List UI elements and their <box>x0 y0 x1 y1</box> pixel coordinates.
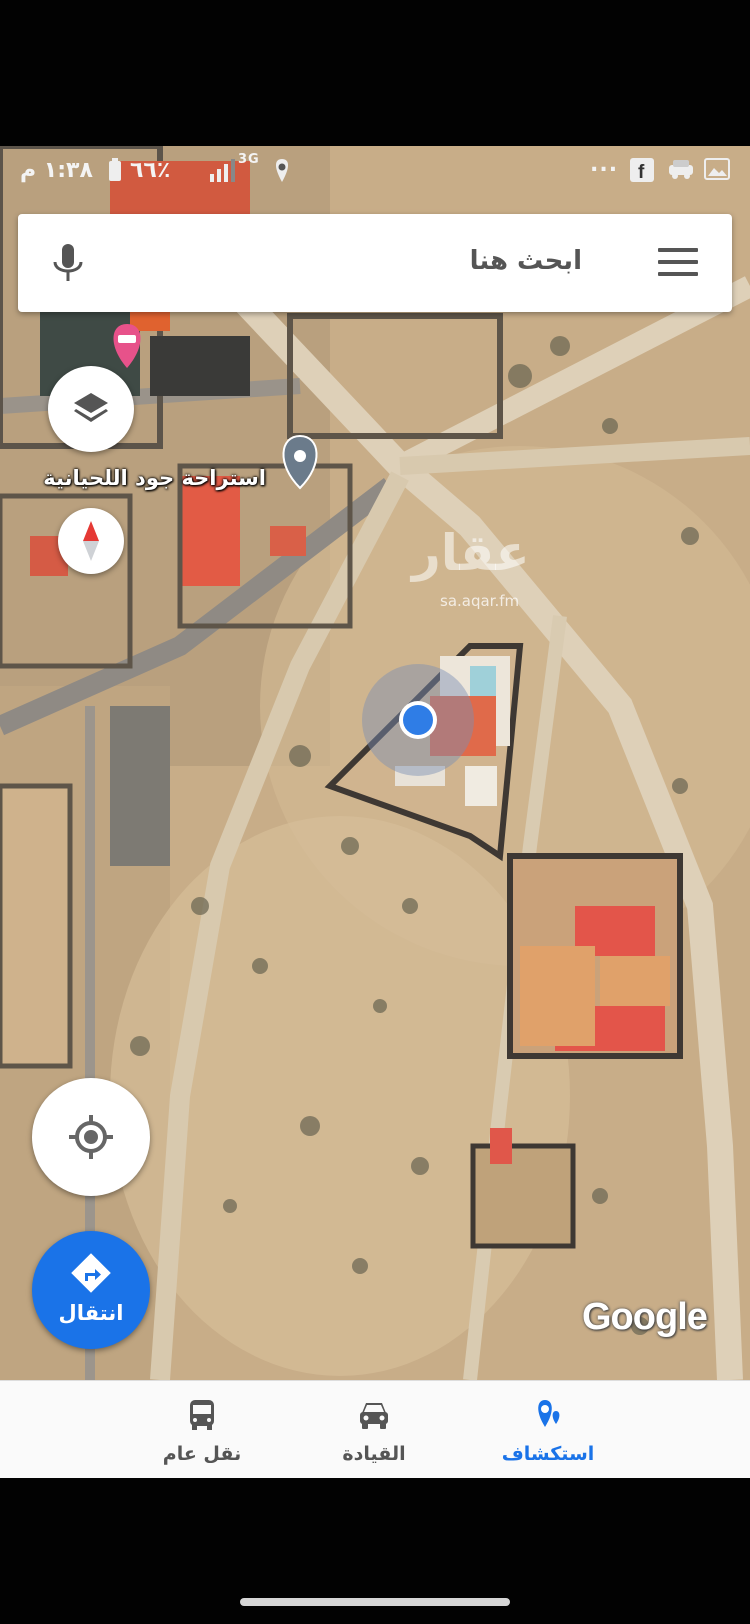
tab-explore[interactable]: استكشاف <box>458 1381 638 1478</box>
place-label[interactable]: استراحة جود اللحيانية <box>18 466 266 490</box>
compass-button[interactable] <box>58 508 124 574</box>
maps-screen: ١:٣٨ م ٦٦٪ 3G ... f ابحث هنا استراحة جود… <box>0 146 750 1478</box>
gallery-icon <box>704 158 730 184</box>
google-logo: Google <box>582 1296 708 1338</box>
svg-text:f: f <box>638 162 645 182</box>
driving-notification-icon <box>668 158 694 184</box>
status-time: ١:٣٨ م <box>20 158 93 183</box>
go-button-label: انتقال <box>58 1301 124 1325</box>
watermark-url: sa.aqar.fm <box>440 592 520 610</box>
network-type: 3G <box>238 152 260 167</box>
menu-icon <box>658 248 698 252</box>
tab-driving-label: القيادة <box>342 1443 406 1465</box>
facebook-icon: f <box>630 158 654 186</box>
layers-icon <box>74 393 108 422</box>
battery-percent: ٦٦٪ <box>130 158 171 183</box>
my-location-button[interactable] <box>32 1078 150 1196</box>
battery-icon <box>108 158 122 186</box>
search-input[interactable]: ابحث هنا <box>470 246 582 276</box>
location-status-icon <box>272 158 292 188</box>
voice-search-button[interactable] <box>48 242 88 286</box>
tab-driving[interactable]: القيادة <box>284 1381 464 1478</box>
directions-icon <box>71 1253 111 1293</box>
crosshair-icon <box>69 1115 113 1159</box>
bottom-navigation: استكشاف القيادة نقل عام <box>0 1380 750 1478</box>
explore-pin-icon <box>538 1400 560 1427</box>
menu-button[interactable] <box>658 248 698 276</box>
more-notifications-icon: ... <box>590 152 619 177</box>
tab-transit-label: نقل عام <box>162 1443 242 1465</box>
bus-icon <box>190 1400 214 1430</box>
tab-explore-label: استكشاف <box>501 1443 595 1465</box>
layers-button[interactable] <box>48 366 134 452</box>
top-black-bar <box>0 0 750 146</box>
microphone-icon <box>53 244 83 281</box>
watermark-logo: عقار <box>412 524 530 582</box>
compass-icon <box>83 521 99 561</box>
status-bar: ١:٣٨ م ٦٦٪ 3G ... f <box>0 146 750 196</box>
satellite-map[interactable] <box>0 146 750 1380</box>
tab-transit[interactable]: نقل عام <box>112 1381 292 1478</box>
go-button[interactable]: انتقال <box>32 1231 150 1349</box>
signal-icon <box>210 158 236 186</box>
home-indicator[interactable] <box>240 1598 510 1606</box>
car-icon <box>360 1403 388 1429</box>
my-location-marker <box>362 664 474 776</box>
search-bar[interactable]: ابحث هنا <box>18 214 732 312</box>
